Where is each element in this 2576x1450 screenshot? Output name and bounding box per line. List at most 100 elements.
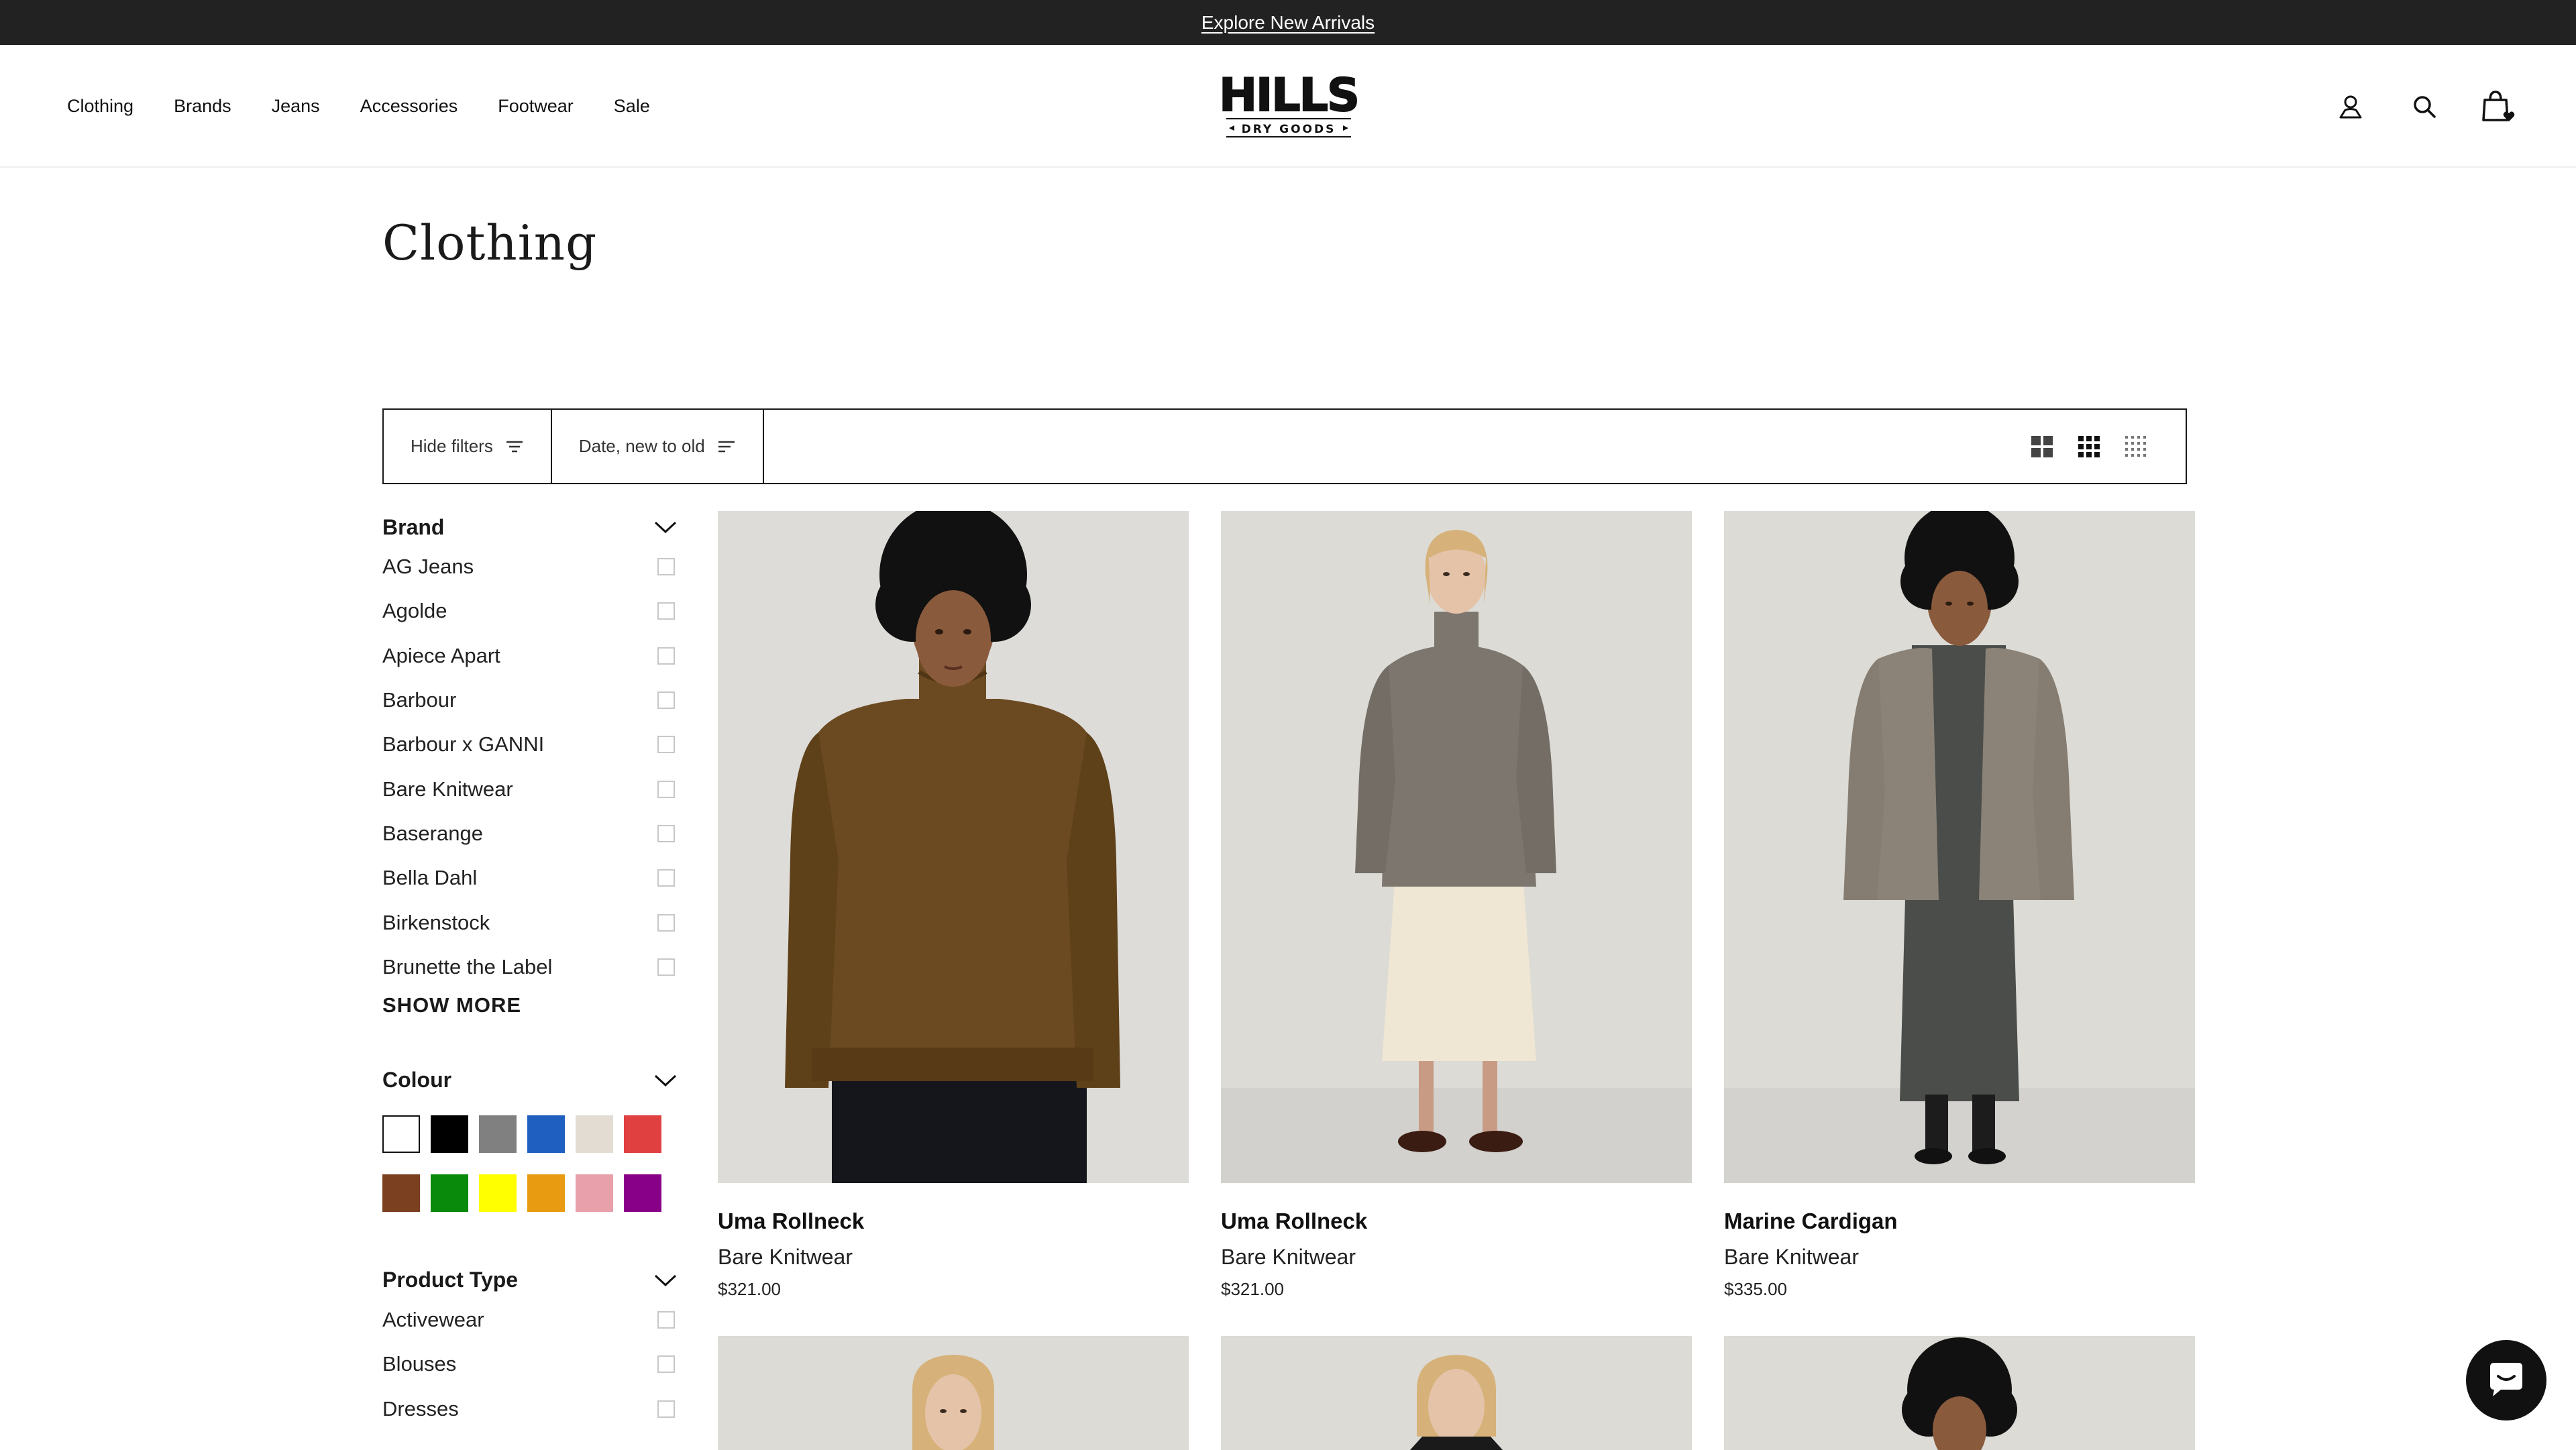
brand-filter-header[interactable]: Brand xyxy=(382,510,678,545)
brand-filter-title: Brand xyxy=(382,514,445,539)
sort-button[interactable]: Date, new to old xyxy=(552,410,764,483)
product-name[interactable]: Uma Rollneck xyxy=(718,1209,1189,1234)
filter-option[interactable]: AG Jeans xyxy=(382,545,678,589)
hide-filters-button[interactable]: Hide filters xyxy=(384,410,552,483)
filter-option[interactable]: Birkenstock xyxy=(382,900,678,944)
checkbox[interactable] xyxy=(657,824,675,842)
colour-swatch[interactable] xyxy=(479,1115,517,1153)
colour-swatch[interactable] xyxy=(527,1174,565,1212)
filter-option[interactable]: Agolde xyxy=(382,589,678,633)
chat-button[interactable] xyxy=(2466,1340,2546,1420)
colour-swatch[interactable] xyxy=(576,1174,613,1212)
colour-swatch[interactable] xyxy=(624,1115,661,1153)
product-card[interactable]: Uma Rollneck Bare Knitwear $321.00 xyxy=(1221,511,1692,1300)
checkbox[interactable] xyxy=(657,691,675,710)
checkbox[interactable] xyxy=(657,958,675,976)
filter-option[interactable]: Blouses xyxy=(382,1342,678,1386)
main-nav: Clothing Brands Jeans Accessories Footwe… xyxy=(67,45,690,168)
announcement-bar: Explore New Arrivals xyxy=(0,0,2576,45)
checkbox[interactable] xyxy=(657,1311,675,1329)
checkbox[interactable] xyxy=(657,780,675,798)
grid-small-icon[interactable] xyxy=(2124,435,2148,459)
filter-option[interactable]: Brunette the Label xyxy=(382,945,678,989)
colour-swatch[interactable] xyxy=(624,1174,661,1212)
nav-item-footwear[interactable]: Footwear xyxy=(498,96,574,117)
nav-item-jeans[interactable]: Jeans xyxy=(272,96,320,117)
product-price: $335.00 xyxy=(1724,1279,1787,1299)
filter-option[interactable]: Bare Knitwear xyxy=(382,767,678,811)
filter-option-label: Bare Knitwear xyxy=(382,777,513,801)
filter-option[interactable]: Baserange xyxy=(382,812,678,856)
header-icons xyxy=(2332,45,2517,168)
product-card[interactable]: Marine Cardigan Bare Knitwear $335.00 xyxy=(1724,511,2195,1300)
nav-item-brands[interactable]: Brands xyxy=(174,96,231,117)
product-image[interactable] xyxy=(718,511,1189,1183)
nav-item-accessories[interactable]: Accessories xyxy=(360,96,458,117)
colour-swatches xyxy=(382,1115,678,1212)
product-image[interactable] xyxy=(1221,511,1692,1183)
colour-swatch[interactable] xyxy=(576,1115,613,1153)
chat-icon xyxy=(2490,1363,2522,1396)
checkbox[interactable] xyxy=(657,736,675,754)
account-icon[interactable] xyxy=(2332,88,2369,125)
product-image[interactable] xyxy=(1724,511,2195,1183)
show-more-link[interactable]: SHOW MORE xyxy=(382,993,678,1017)
announcement-link[interactable]: Explore New Arrivals xyxy=(1201,12,1375,34)
colour-swatch[interactable] xyxy=(382,1115,420,1153)
nav-item-sale[interactable]: Sale xyxy=(614,96,650,117)
product-image[interactable] xyxy=(718,1336,1189,1450)
product-name[interactable]: Uma Rollneck xyxy=(1221,1209,1692,1234)
product-image[interactable] xyxy=(1724,1336,2195,1450)
colour-filter-header[interactable]: Colour xyxy=(382,1063,678,1098)
filter-option[interactable]: Barbour x GANNI xyxy=(382,722,678,767)
checkbox[interactable] xyxy=(657,1355,675,1374)
product-card[interactable]: Uma Rollneck Bare Knitwear $321.00 xyxy=(718,511,1189,1300)
chevron-down-icon xyxy=(654,521,677,534)
filter-option-label: Apiece Apart xyxy=(382,643,500,667)
filter-option-label: Brunette the Label xyxy=(382,954,553,979)
product-card[interactable] xyxy=(718,1336,1189,1450)
checkbox[interactable] xyxy=(657,869,675,887)
product-card[interactable] xyxy=(1221,1336,1692,1450)
colour-swatch[interactable] xyxy=(431,1174,468,1212)
product-type-filter-header[interactable]: Product Type xyxy=(382,1263,678,1298)
filter-sidebar: Brand AG Jeans Agolde Apiece Apart Barbo… xyxy=(382,510,678,1431)
grid-medium-icon[interactable] xyxy=(2077,435,2101,459)
grid-large-icon[interactable] xyxy=(2030,435,2054,459)
colour-filter-title: Colour xyxy=(382,1068,452,1093)
nav-item-clothing[interactable]: Clothing xyxy=(67,96,133,117)
product-card[interactable] xyxy=(1724,1336,2195,1450)
filter-option[interactable]: Bella Dahl xyxy=(382,856,678,900)
search-icon[interactable] xyxy=(2406,88,2443,125)
filter-option-label: Birkenstock xyxy=(382,910,490,934)
checkbox[interactable] xyxy=(657,1400,675,1418)
site-header: Clothing Brands Jeans Accessories Footwe… xyxy=(0,45,2576,168)
filter-option-label: Bella Dahl xyxy=(382,866,478,890)
sort-icon xyxy=(718,441,735,452)
colour-swatch[interactable] xyxy=(382,1174,420,1212)
brand-filter: Brand AG Jeans Agolde Apiece Apart Barbo… xyxy=(382,510,678,1017)
filter-option[interactable]: Barbour xyxy=(382,678,678,722)
view-toggles xyxy=(2030,410,2186,483)
cart-icon[interactable] xyxy=(2479,88,2517,125)
checkbox[interactable] xyxy=(657,558,675,576)
checkbox[interactable] xyxy=(657,913,675,932)
filter-option[interactable]: Apiece Apart xyxy=(382,634,678,678)
product-brand: Bare Knitwear xyxy=(1221,1245,1356,1269)
filter-icon xyxy=(506,441,523,452)
site-logo[interactable]: HILLS DRY GOODS xyxy=(1218,68,1360,140)
filter-option[interactable]: Activewear xyxy=(382,1298,678,1342)
product-name[interactable]: Marine Cardigan xyxy=(1724,1209,2195,1234)
colour-swatch[interactable] xyxy=(527,1115,565,1153)
product-image[interactable] xyxy=(1221,1336,1692,1450)
product-brand: Bare Knitwear xyxy=(1724,1245,1859,1269)
filter-option-label: Agolde xyxy=(382,599,447,623)
filter-option-label: Blouses xyxy=(382,1352,457,1376)
checkbox[interactable] xyxy=(657,647,675,665)
colour-swatch[interactable] xyxy=(479,1174,517,1212)
filter-option-label: Barbour x GANNI xyxy=(382,732,545,757)
filter-option[interactable]: Dresses xyxy=(382,1387,678,1431)
colour-swatch[interactable] xyxy=(431,1115,468,1153)
filter-option-label: Barbour xyxy=(382,688,457,712)
checkbox[interactable] xyxy=(657,602,675,620)
